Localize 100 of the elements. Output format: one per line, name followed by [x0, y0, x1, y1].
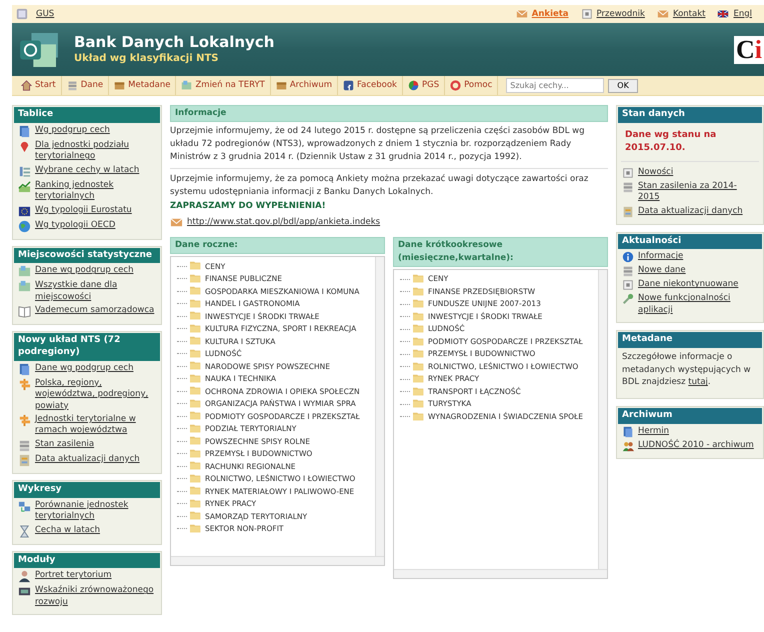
sidebar-link[interactable]: Dane niekontynuowane: [638, 279, 738, 291]
stack-icon: [66, 80, 78, 91]
flag-icon: [717, 8, 730, 20]
top-link[interactable]: Kontakt: [672, 8, 706, 20]
sidebar-link[interactable]: Dla jednostki podziału terytorialnego: [35, 140, 156, 163]
vertical-scrollbar[interactable]: [598, 270, 607, 569]
info-paragraph: Uprzejmie informujemy, że od 24 lutego 2015 r. dostępne są przeliczenia części zasobów BDL wg układu 72 podregionów (NTS3), wprowadzonych z dniem 1 stycznia br. rozporządzeniem Rady Ministrów z 3 grudnia 2014 r. (Dziennik Ustaw z 31 grudnia 2014 r., pozycja 1992).: [170, 124, 586, 164]
tree-connector: [400, 416, 410, 418]
vertical-scrollbar[interactable]: [375, 257, 384, 556]
site-subtitle: Układ wg klasyfikacji NTS: [74, 52, 220, 66]
pie-chart-icon: [408, 80, 419, 91]
search-field[interactable]: Szukaj cechy...: [506, 78, 604, 93]
sidebar-link[interactable]: Porównanie jednostek terytorialnych: [35, 500, 156, 523]
sidebar-link[interactable]: Cecha w latach: [35, 524, 100, 536]
tree-connector: [177, 316, 187, 317]
tree-connector: [177, 478, 187, 480]
tree-connector: [177, 403, 187, 404]
sidebar-link[interactable]: Nowości: [638, 166, 674, 178]
nav-link[interactable]: Archiwum: [270, 76, 338, 95]
sidebar-link[interactable]: Informacje: [638, 251, 684, 263]
sidebar-link[interactable]: Dane wg podgrup cech: [35, 362, 134, 374]
sidebar-link[interactable]: Dane wg podgrup cech: [35, 265, 134, 277]
sidebar-link[interactable]: Portret terytorium: [35, 570, 112, 582]
tree-connector: [177, 266, 187, 267]
wrench-icon: [622, 293, 634, 306]
folder-icon: [413, 336, 425, 348]
pin-icon: [18, 140, 31, 153]
nav-link[interactable]: PGS: [402, 76, 446, 95]
hourglass-icon: [18, 524, 31, 538]
nav-link[interactable]: Zmień na TERYT: [176, 76, 271, 95]
sidebar-link[interactable]: Wszystkie dane dla miejscowości: [35, 280, 156, 304]
data-status: Dane wg stanu na 2015.07.10.: [621, 122, 759, 162]
sidebar-link[interactable]: Jednostki terytorialne w ramach województwa: [35, 414, 156, 437]
panel-header: Metadane: [618, 332, 762, 348]
sidebar-link[interactable]: LUDNOŚĆ 2010 - archiwum: [638, 440, 754, 452]
panel-header: Archiwum: [618, 408, 762, 424]
list-icon: [18, 164, 31, 178]
book-icon: [18, 305, 31, 318]
envelope-icon: [656, 8, 669, 20]
tree-connector: [400, 278, 410, 280]
folder-icon: [190, 485, 202, 498]
sidebar-link[interactable]: Data aktualizacji danych: [35, 454, 140, 466]
note-icon: [622, 166, 634, 179]
tree-connector: [400, 354, 410, 355]
survey-link[interactable]: http://www.stat.gov.pl/bdl/app/ankieta.indeks: [187, 216, 380, 230]
sidebar-link[interactable]: Nowe dane: [638, 265, 686, 277]
globe-icon: [18, 220, 31, 233]
tree-connector: [177, 390, 187, 392]
folder-icon: [190, 422, 202, 435]
sidebar-link[interactable]: Hermin: [638, 426, 669, 438]
box-icon: [276, 80, 287, 91]
top-link[interactable]: Przewodnik: [596, 8, 645, 20]
sidebar-link[interactable]: Wskaźniki zrównoważonego rozwoju: [35, 585, 156, 608]
panel-header: Moduły: [14, 552, 160, 568]
tree-connector: [177, 290, 187, 292]
folder-icon: [190, 272, 202, 285]
envelope-icon: [516, 8, 528, 20]
ok-button[interactable]: OK: [608, 78, 638, 92]
folder-icon: [190, 460, 202, 472]
nav-link[interactable]: Start: [16, 76, 62, 95]
nav-link[interactable]: Dane: [62, 76, 110, 95]
tree-connector: [400, 404, 410, 405]
sidebar-link[interactable]: Wybrane cechy w latach: [35, 164, 140, 176]
nav-link[interactable]: Pomoc: [445, 76, 498, 95]
tree-connector: [177, 278, 187, 280]
folder-icon: [413, 323, 425, 336]
sidebar-link[interactable]: Stan zasilenia za 2014-2015: [638, 180, 758, 204]
horizontal-scrollbar[interactable]: [394, 568, 607, 578]
top-link[interactable]: Engl: [733, 8, 752, 20]
tree-connector: [400, 304, 410, 305]
sidebar-link[interactable]: Wg typologii Eurostatu: [35, 204, 132, 216]
sidebar-link[interactable]: Wg podgrup cech: [35, 124, 110, 136]
folder-icon: [190, 410, 202, 422]
sidebar-link[interactable]: Polska, regiony, województwa, podregiony, powiaty: [35, 378, 156, 412]
sidebar-link[interactable]: Vademecum samorządowca: [35, 305, 154, 317]
folder-icon: [413, 373, 425, 386]
here-link[interactable]: tutaj: [688, 377, 708, 388]
folder-icon: [190, 448, 202, 460]
compare-icon: [18, 500, 31, 513]
nav-link[interactable]: Metadane: [109, 76, 176, 95]
facebook-icon: [343, 80, 354, 91]
tree-connector: [177, 328, 187, 330]
folder-icon: [413, 386, 425, 398]
bank-logo-icon: [20, 32, 58, 66]
horizontal-scrollbar[interactable]: [171, 556, 384, 566]
sidebar-link[interactable]: Wg typologii OECD: [35, 220, 116, 232]
tree-connector: [177, 490, 187, 492]
sidebar-link[interactable]: Nowe funkcjonalności aplikacji: [638, 293, 758, 316]
sidebar-link[interactable]: Ranking jednostek terytorialnych: [35, 180, 156, 203]
sidebar-link[interactable]: Stan zasilenia: [35, 438, 94, 450]
panel-header: Tablice: [14, 107, 160, 123]
site-link[interactable]: GUS: [36, 8, 54, 20]
folder-icon: [190, 310, 202, 322]
folder-icon: [190, 510, 202, 522]
gus-logo-icon: [16, 8, 28, 20]
site-title: Bank Danych Lokalnych: [74, 33, 274, 51]
sidebar-link[interactable]: Data aktualizacji danych: [638, 206, 743, 218]
document-icon: [18, 362, 31, 376]
nav-link[interactable]: Facebook: [338, 76, 403, 95]
tree-connector: [177, 353, 187, 354]
